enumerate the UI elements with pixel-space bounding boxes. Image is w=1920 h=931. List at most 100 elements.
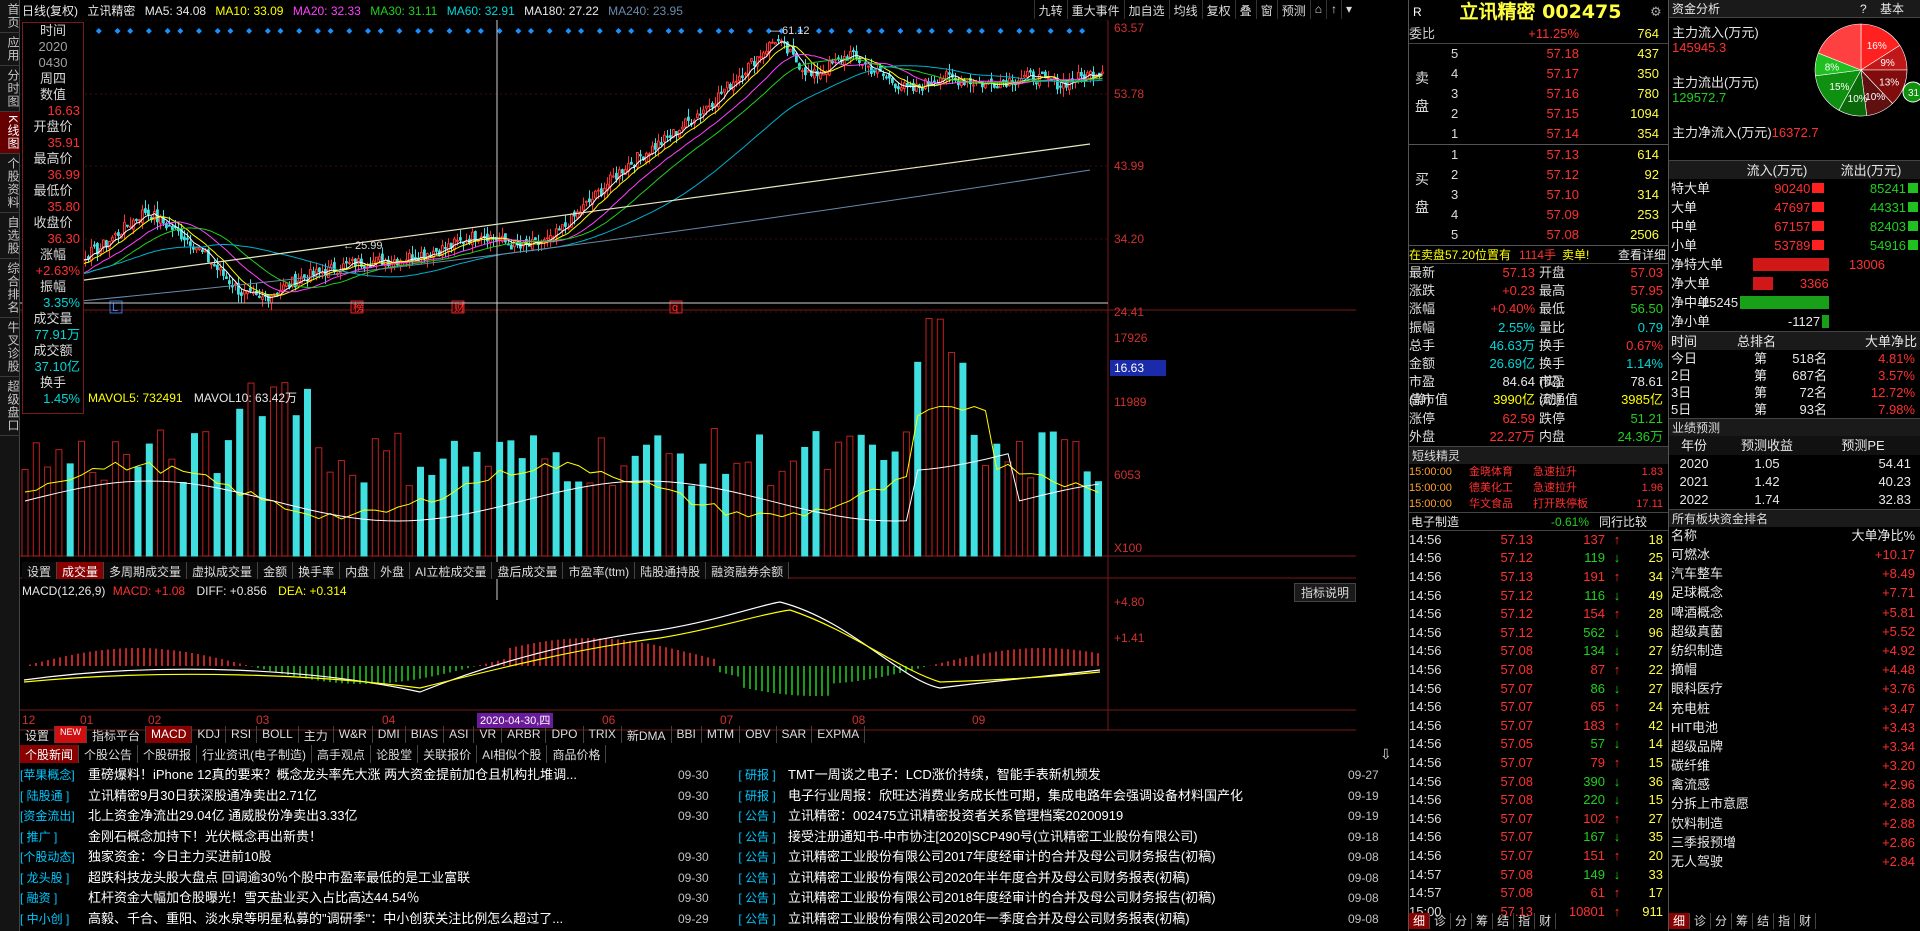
sector-row[interactable]: 超级真菌 +5.52 <box>1669 622 1920 641</box>
news-row[interactable]: [资金流出] 北上资金净流出29.04亿 通威股份净卖出3.33亿 09-30 [ 公… <box>20 806 1400 827</box>
panel-bottom-tab[interactable]: 结 <box>1753 913 1775 929</box>
order-row[interactable]: 5 57.18 437 <box>1409 44 1668 64</box>
news-title[interactable]: 立讯精密工业股份有限公司2018年度经审计的合并及母公司财务报告(初稿) <box>788 888 1348 909</box>
volume-tab[interactable]: 外盘 <box>375 562 411 579</box>
volume-tab[interactable]: 盘后成交量 <box>492 562 564 579</box>
toolbar-button[interactable]: 九转 <box>1033 0 1067 19</box>
up-icon[interactable]: ↑ <box>1325 0 1341 19</box>
order-row[interactable]: 4 57.17 350 <box>1409 64 1668 84</box>
order-row[interactable]: 3 57.16 780 <box>1409 84 1668 104</box>
news-row[interactable]: [个股动态] 独家资金：今日主力买进前10股 09-30 [ 公告 ] 立讯精密工业股份… <box>20 847 1400 868</box>
indicator-tab[interactable]: ARBR <box>502 726 547 743</box>
news-title[interactable]: 高毅、千合、重阳、淡水泉等明星私募的"调研季"：中小创获关注比例怎么超过了... <box>88 909 678 930</box>
toolbar-button[interactable]: 加自选 <box>1123 0 1169 19</box>
panel-bottom-tab[interactable]: 财 <box>1795 913 1817 929</box>
short-event[interactable]: 15:00:00 华文食品 打开跌停板 17.11 <box>1409 496 1668 512</box>
left-tab[interactable]: 个股资料 <box>0 154 20 214</box>
order-row[interactable]: 2 57.15 1094 <box>1409 104 1668 124</box>
sector-row[interactable]: 啤酒概念 +5.81 <box>1669 603 1920 622</box>
order-row[interactable]: 4 57.09 253 <box>1409 205 1668 225</box>
news-title[interactable]: 重磅爆料！iPhone 12真的要来？概念龙头率先大涨 两大资金提前加仓且机构扎… <box>88 765 678 786</box>
toolbar-button[interactable]: 窗 <box>1255 0 1277 19</box>
left-tab[interactable]: 牛叉诊股 <box>0 318 20 378</box>
indicator-tab[interactable]: BOLL <box>257 726 299 743</box>
indicator-tab[interactable]: 新DMA <box>622 726 672 743</box>
indicator-tab[interactable]: NEW <box>55 726 88 743</box>
sector-row[interactable]: 充电桩 +3.47 <box>1669 699 1920 718</box>
indicator-tab[interactable]: MTM <box>702 726 741 743</box>
menu-icon[interactable]: ▾ <box>1340 0 1356 19</box>
sector-row[interactable]: 饮料制造 +2.88 <box>1669 814 1920 833</box>
volume-tab[interactable]: 陆股通持股 <box>635 562 707 579</box>
sector-head-cell[interactable]: 大单净比% <box>1819 527 1915 545</box>
news-tab[interactable]: 高手观点 <box>312 745 372 763</box>
indicator-tab[interactable]: VR <box>474 726 503 743</box>
sector-row[interactable]: HIT电池 +3.43 <box>1669 718 1920 737</box>
left-tab[interactable]: 分时图 <box>0 66 20 112</box>
indicator-tab[interactable]: BIAS <box>406 726 445 743</box>
order-row[interactable]: 1 57.13 614 <box>1409 145 1668 165</box>
news-row[interactable]: [ 中小创 ] 高毅、千合、重阳、淡水泉等明星私募的"调研季"：中小创获关注比例怎… <box>20 909 1400 930</box>
left-tab[interactable]: K线图 <box>0 112 20 155</box>
sector-row[interactable]: 无人驾驶 +2.84 <box>1669 852 1920 871</box>
gear-icon[interactable]: ⚙ <box>1650 4 1668 20</box>
news-tab[interactable]: 个股公告 <box>79 745 139 763</box>
download-icon[interactable]: ⇩ <box>1380 746 1392 763</box>
detail-link[interactable]: 查看详细 <box>1618 246 1668 263</box>
news-title[interactable]: 立讯精密工业股份有限公司2020年半年度合并及母公司财务报表(初稿) <box>788 868 1348 889</box>
sector-row[interactable]: 超级品牌 +3.34 <box>1669 737 1920 756</box>
indicator-tab[interactable]: ASI <box>444 726 475 743</box>
indicator-tab[interactable]: SAR <box>777 726 813 743</box>
news-title[interactable]: 金刚石概念加持下！光伏概念再出新贵！ <box>88 827 678 848</box>
news-tab[interactable]: 个股新闻 <box>20 745 80 763</box>
left-tab[interactable]: 应用 <box>0 33 20 66</box>
sector-row[interactable]: 禽流感 +2.96 <box>1669 775 1920 794</box>
toolbar-button[interactable]: 复权 <box>1201 0 1235 19</box>
indicator-explain-button[interactable]: 指标说明 <box>1294 583 1357 602</box>
volume-tab[interactable]: 换手率 <box>293 562 341 579</box>
news-tab[interactable]: AI相似个股 <box>477 745 548 763</box>
indicator-tab[interactable]: OBV <box>740 726 777 743</box>
panel-bottom-tab[interactable]: 细 <box>1669 913 1691 929</box>
volume-tab[interactable]: 市盈率(ttm) <box>563 562 636 579</box>
indicator-tab[interactable]: BBI <box>672 726 702 743</box>
panel-bottom-tab[interactable]: 分 <box>1451 913 1473 929</box>
indicator-tab[interactable]: 指标平台 <box>87 726 147 743</box>
volume-tab[interactable]: AI立桩成交量 <box>410 562 493 579</box>
volume-tab[interactable]: 多周期成交量 <box>104 562 188 579</box>
panel-bottom-tab[interactable]: 筹 <box>1472 913 1494 929</box>
indicator-tab[interactable]: EXPMA <box>812 726 866 743</box>
news-tab[interactable]: 关联报价 <box>418 745 478 763</box>
news-title[interactable]: 杠杆资金大幅加仓股曝光！雪天盐业买入占比高达44.54％ <box>88 888 678 909</box>
sector-row[interactable]: 足球概念 +7.71 <box>1669 583 1920 602</box>
order-row[interactable]: 3 57.10 314 <box>1409 185 1668 205</box>
news-title[interactable]: 接受注册通知书-中市协注[2020]SCP490号(立讯精密工业股份有限公司) <box>788 827 1348 848</box>
news-title[interactable]: 独家资金：今日主力买进前10股 <box>88 847 678 868</box>
sector-row[interactable]: 汽车整车 +8.49 <box>1669 564 1920 583</box>
panel-bottom-tab[interactable]: 财 <box>1535 913 1557 929</box>
indicator-tab[interactable]: DMI <box>373 726 406 743</box>
volume-tab[interactable]: 成交量 <box>57 562 105 579</box>
toolbar-button[interactable]: 重大事件 <box>1066 0 1124 19</box>
sector-row[interactable]: 纺织制造 +4.92 <box>1669 641 1920 660</box>
sector-row[interactable]: 可燃冰 +10.17 <box>1669 545 1920 564</box>
sector-row[interactable]: 碳纤维 +3.20 <box>1669 756 1920 775</box>
news-title[interactable]: 立讯精密工业股份有限公司2020年一季度合并及母公司财务报表(初稿) <box>788 909 1348 930</box>
order-row[interactable]: 1 57.14 354 <box>1409 124 1668 144</box>
news-row[interactable]: [苹果概念] 重磅爆料！iPhone 12真的要来？概念龙头率先大涨 两大资金提前… <box>20 765 1400 786</box>
toolbar-button[interactable]: 均线 <box>1168 0 1202 19</box>
volume-tab[interactable]: 金额 <box>258 562 294 579</box>
indicator-tab[interactable]: MACD <box>146 726 193 743</box>
news-title[interactable]: 超跌科技龙头股大盘点 回调逾30％个股中市盈率最低的是工业富联 <box>88 868 678 889</box>
news-row[interactable]: [ 陆股通 ] 立讯精密9月30日获深股通净卖出2.71亿 09-30 [ 研报 ] 电… <box>20 786 1400 807</box>
panel-bottom-tab[interactable]: 结 <box>1493 913 1515 929</box>
sector-row[interactable]: 三季报预增 +2.86 <box>1669 833 1920 852</box>
compare-button[interactable]: 同行比较 <box>1599 513 1647 530</box>
news-title[interactable]: TMT一周谈之电子：LCD涨价持续，智能手表新机频发 <box>788 765 1348 786</box>
news-tab[interactable]: 行业资讯(电子制造) <box>197 745 313 763</box>
short-event[interactable]: 15:00:00 德美化工 急速拉升 1.96 <box>1409 480 1668 496</box>
left-tab[interactable]: 自选股 <box>0 213 20 260</box>
indicator-tab[interactable]: TRIX <box>584 726 622 743</box>
indicator-tab[interactable]: DPO <box>546 726 584 743</box>
news-row[interactable]: [ 龙头股 ] 超跌科技龙头股大盘点 回调逾30％个股中市盈率最低的是工业富联 09… <box>20 868 1400 889</box>
